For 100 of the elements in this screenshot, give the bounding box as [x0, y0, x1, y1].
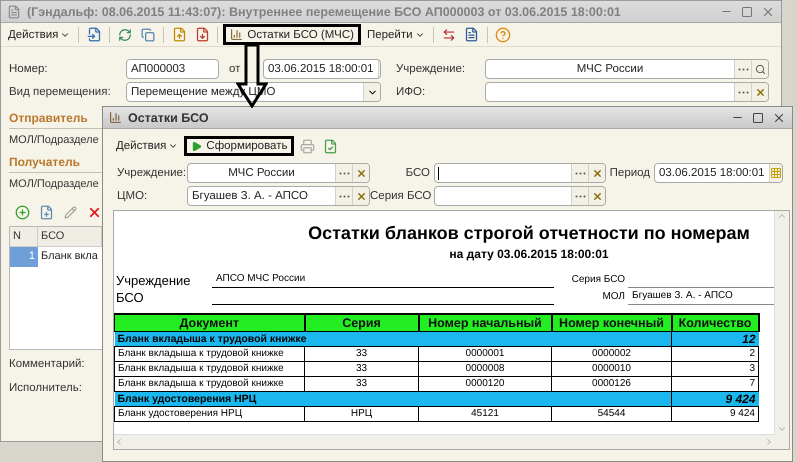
- report-button[interactable]: Остатки БСО (МЧС): [223, 24, 361, 45]
- column-header: Документ: [114, 314, 304, 331]
- table-cell: Бланк удостоверения НРЦ: [114, 406, 304, 421]
- field-label: Комментарий:: [9, 357, 86, 372]
- column-header: БСО: [38, 227, 102, 247]
- info-value: АПСО МЧС России: [212, 271, 554, 288]
- table-cell: 33: [304, 346, 418, 361]
- close-icon: [592, 168, 602, 178]
- actions-menu[interactable]: Действия: [113, 138, 182, 154]
- field-label: Учреждение:: [396, 63, 466, 75]
- ifo-field[interactable]: [485, 82, 769, 102]
- info-label: БСО: [116, 290, 145, 305]
- table-cell: НРЦ: [304, 406, 418, 421]
- ellipsis-icon: [738, 90, 748, 94]
- date-field[interactable]: 03.06.2015 18:00:01: [263, 59, 381, 79]
- table-cell: 2: [672, 346, 758, 361]
- info-label: Учреждение: [116, 273, 192, 288]
- select-button[interactable]: [335, 187, 352, 205]
- chart-icon: [109, 111, 122, 124]
- group-total-cell: 12: [672, 331, 758, 346]
- close-icon: [356, 168, 366, 178]
- close-icon: [592, 190, 602, 202]
- window-title: (Гэндальф: 08.06.2015 11:43:07): Внутреннее перемещение БСО АП000003 от 03.06.2015 18:00:01: [27, 4, 622, 18]
- field-label: МОЛ/Подразделе: [9, 133, 100, 148]
- column-header: Серия: [304, 314, 418, 331]
- search-button[interactable]: [751, 60, 768, 78]
- field-label: Вид перемещения:: [9, 86, 112, 98]
- select-button[interactable]: [734, 83, 751, 101]
- bso-field[interactable]: [434, 163, 606, 183]
- window-title: Остатки БСО: [128, 110, 210, 124]
- maximize-icon[interactable]: [752, 112, 764, 124]
- close-icon: [356, 190, 366, 202]
- field-label: ИФО:: [396, 86, 426, 98]
- report-title: Остатки бланков строгой отчетности по номерам: [307, 222, 751, 244]
- select-button[interactable]: [571, 164, 588, 182]
- dropdown-button[interactable]: [363, 83, 380, 101]
- institution-field[interactable]: МЧС России: [485, 59, 769, 79]
- table-cell: Бланк вкладыша к трудовой книжке: [114, 346, 304, 361]
- field-label: ЦМО:: [117, 190, 148, 202]
- table-cell: 0000002: [552, 346, 672, 361]
- clear-button[interactable]: [352, 187, 369, 205]
- table-cell: Бланк вкладыша к трудовой книжке: [114, 376, 304, 391]
- table-cell: 0000126: [552, 376, 672, 391]
- column-header: Количество: [672, 314, 758, 331]
- table-cell: Бланк вкладыша к трудовой книжке: [114, 361, 304, 376]
- ellipsis-icon: [338, 172, 350, 174]
- field-label: от: [228, 63, 242, 75]
- clear-button[interactable]: [588, 164, 605, 182]
- generate-button[interactable]: Сформировать: [184, 136, 294, 156]
- table-cell: 0000001: [418, 346, 552, 361]
- clear-button[interactable]: [588, 187, 605, 205]
- table-cell: 54544: [552, 406, 672, 421]
- search-icon: [754, 64, 766, 74]
- document-icon: [7, 4, 21, 18]
- info-label: МОЛ: [601, 291, 626, 304]
- ellipsis-icon: [338, 194, 350, 198]
- actions-menu[interactable]: Действия: [5, 26, 74, 42]
- play-icon: [191, 140, 202, 152]
- help-icon[interactable]: [492, 24, 513, 44]
- field-label: Период: [608, 167, 651, 179]
- select-button[interactable]: [734, 60, 751, 78]
- calendar-button[interactable]: [768, 164, 782, 182]
- table-cell: 3: [672, 361, 758, 376]
- institution-field[interactable]: МЧС России: [187, 163, 370, 183]
- clear-button[interactable]: [352, 164, 369, 182]
- period-field[interactable]: 03.06.2015 18:00:01: [654, 163, 783, 183]
- cmo-field[interactable]: Бгуашев З. А. - АПСО: [187, 186, 370, 206]
- ellipsis-icon: [574, 194, 586, 198]
- field-label: БСО: [404, 167, 431, 179]
- ellipsis-icon: [738, 68, 748, 70]
- table-cell: 33: [304, 376, 418, 391]
- report-subtitle: на дату 03.06.2015 18:00:01: [448, 246, 610, 261]
- field-label: Серия БСО: [370, 190, 432, 202]
- maximize-icon[interactable]: [741, 6, 753, 18]
- clear-button[interactable]: [751, 83, 768, 101]
- field-label: Учреждение:: [117, 167, 187, 179]
- select-button[interactable]: [571, 187, 588, 205]
- group-cell: Бланк вкладыша к трудовой книжке: [114, 331, 672, 346]
- goto-menu[interactable]: Перейти: [364, 26, 428, 42]
- select-button[interactable]: [335, 164, 352, 182]
- chart-icon: [230, 28, 244, 41]
- ellipsis-icon: [574, 172, 586, 174]
- table-cell: 45121: [418, 406, 552, 421]
- calendar-icon: [770, 167, 782, 179]
- field-label: Исполнитель:: [9, 381, 83, 396]
- table-cell: 0000008: [418, 361, 552, 376]
- field-label: Номер:: [9, 63, 49, 75]
- column-header: N: [10, 227, 38, 247]
- group-total-cell: 9 424: [672, 391, 758, 406]
- table-cell: 0000010: [552, 361, 672, 376]
- table-cell: 7: [672, 376, 758, 391]
- column-header: Номер конечный: [552, 314, 672, 331]
- number-field[interactable]: АП000003: [126, 59, 219, 79]
- table-cell: 33: [304, 361, 418, 376]
- info-label: Серия БСО: [570, 274, 626, 287]
- table-cell: 9 424: [672, 406, 758, 421]
- field-label: МОЛ/Подразделе: [9, 177, 100, 192]
- table-cell: 0000120: [418, 376, 552, 391]
- close-icon: [754, 86, 766, 98]
- series-field[interactable]: [434, 186, 606, 206]
